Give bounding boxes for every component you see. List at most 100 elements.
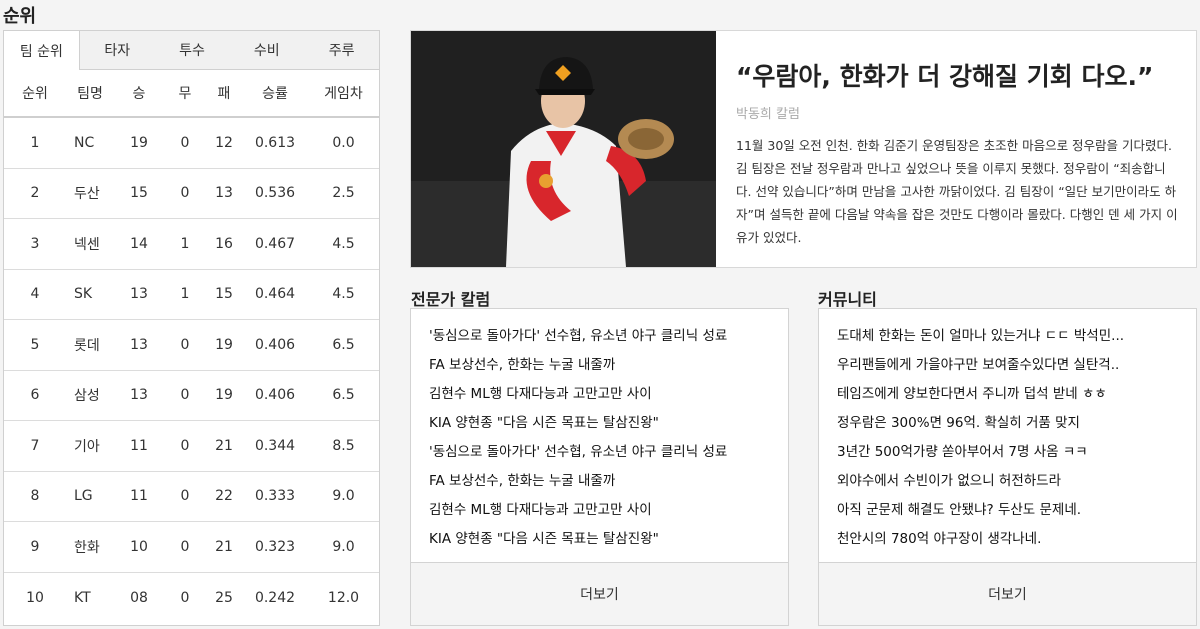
cell-team: 두산 <box>74 186 100 203</box>
table-row: 3 넥센 14 1 16 0.467 4.5 <box>4 219 379 270</box>
table-row: 1 NC 19 0 12 0.613 0.0 <box>4 118 379 169</box>
cell-rank: 10 <box>26 589 44 606</box>
cell-rank: 3 <box>30 235 40 252</box>
tab-batters[interactable]: 타자 <box>80 31 155 69</box>
cell-team: 넥센 <box>74 236 100 253</box>
standings-title: 순위 <box>3 6 37 27</box>
cell-win-rate: 0.406 <box>254 336 296 353</box>
list-item[interactable]: FA 보상선수, 한화는 누굴 내줄까 <box>429 467 788 496</box>
community-more-button[interactable]: 더보기 <box>819 562 1196 625</box>
list-item[interactable]: FA 보상선수, 한화는 누굴 내줄까 <box>429 351 788 380</box>
cell-rank: 1 <box>30 134 40 151</box>
col-wins: 승 <box>132 86 146 102</box>
cell-games-behind: 6.5 <box>332 387 355 404</box>
cell-draws: 0 <box>180 185 190 202</box>
list-item[interactable]: 김현수 ML행 다재다능과 고만고만 사이 <box>429 496 788 525</box>
cell-losses: 22 <box>215 488 233 505</box>
cell-wins: 13 <box>130 286 148 303</box>
cell-draws: 1 <box>180 286 190 303</box>
table-row: 7 기아 11 0 21 0.344 8.5 <box>4 421 379 472</box>
list-item[interactable]: KIA 양현종 "다음 시즌 목표는 탈삼진왕" <box>429 409 788 438</box>
cell-games-behind: 0.0 <box>332 134 355 151</box>
list-item[interactable]: 테임즈에게 양보한다면서 주니까 덥석 받네 ㅎㅎ <box>837 380 1196 409</box>
cell-losses: 13 <box>215 185 233 202</box>
cell-win-rate: 0.464 <box>254 286 296 303</box>
list-item[interactable]: '동심으로 돌아가다' 선수협, 유소년 야구 클리닉 성료 <box>429 438 788 467</box>
cell-losses: 21 <box>215 538 233 555</box>
standings-header: 순위 팀명 승 무 패 승률 게임차 <box>4 70 379 118</box>
list-item[interactable]: 3년간 500억가량 쏟아부어서 7명 사옴 ㅋㅋ <box>837 438 1196 467</box>
list-item[interactable]: 우리팬들에게 가을야구만 보여줄수있다면 실탄걱.. <box>837 351 1196 380</box>
cell-wins: 13 <box>130 387 148 404</box>
cell-rank: 7 <box>30 437 40 454</box>
cell-wins: 14 <box>130 235 148 252</box>
expert-more-button[interactable]: 더보기 <box>411 562 788 625</box>
featured-photo[interactable] <box>411 31 716 267</box>
list-item[interactable]: 아직 군문제 해결도 안됐냐? 두산도 문제네. <box>837 496 1196 525</box>
expert-column-list: '동심으로 돌아가다' 선수협, 유소년 야구 클리닉 성료 FA 보상선수, … <box>410 308 789 626</box>
col-games-behind: 게임차 <box>324 86 363 102</box>
featured-headline[interactable]: “우람아, 한화가 더 강해질 기회 다오.” <box>736 57 1181 93</box>
standings-panel: 팀 순위 타자 투수 수비 주루 순위 팀명 승 무 패 승률 게임차 1 NC… <box>3 30 380 626</box>
table-row: 8 LG 11 0 22 0.333 9.0 <box>4 472 379 522</box>
featured-column[interactable]: “우람아, 한화가 더 강해질 기회 다오.” 박동희 칼럼 11월 30일 오… <box>410 30 1197 268</box>
cell-team: NC <box>74 134 95 151</box>
pitcher-photo-illustration <box>411 31 716 267</box>
tab-pitchers[interactable]: 투수 <box>155 31 230 69</box>
cell-rank: 6 <box>30 387 40 404</box>
table-row: 10 KT 08 0 25 0.242 12.0 <box>4 573 379 624</box>
table-row: 5 롯데 13 0 19 0.406 6.5 <box>4 320 379 371</box>
list-item[interactable]: '동심으로 돌아가다' 선수협, 유소년 야구 클리닉 성료 <box>429 322 788 351</box>
cell-draws: 0 <box>180 538 190 555</box>
list-item[interactable]: 천안시의 780억 야구장이 생각나네. <box>837 525 1196 554</box>
col-win-rate: 승률 <box>262 86 288 102</box>
col-team: 팀명 <box>77 86 103 102</box>
cell-draws: 0 <box>180 134 190 151</box>
cell-team: 삼성 <box>74 388 100 405</box>
list-item[interactable]: 외야수에서 수빈이가 없으니 허전하드라 <box>837 467 1196 496</box>
cell-wins: 11 <box>130 488 148 505</box>
cell-wins: 11 <box>130 437 148 454</box>
list-item[interactable]: 김현수 ML행 다재다능과 고만고만 사이 <box>429 380 788 409</box>
cell-rank: 8 <box>30 488 40 505</box>
cell-games-behind: 2.5 <box>332 185 355 202</box>
cell-rank: 2 <box>30 185 40 202</box>
tab-team-rank[interactable]: 팀 순위 <box>4 31 80 70</box>
list-item[interactable]: KIA 양현종 "다음 시즌 목표는 탈삼진왕" <box>429 525 788 554</box>
cell-team: SK <box>74 286 93 303</box>
cell-games-behind: 8.5 <box>332 437 355 454</box>
cell-losses: 19 <box>215 387 233 404</box>
cell-games-behind: 4.5 <box>332 235 355 252</box>
standings-tabs: 팀 순위 타자 투수 수비 주루 <box>4 31 379 70</box>
cell-draws: 1 <box>180 235 190 252</box>
cell-draws: 0 <box>180 589 190 606</box>
tab-fielding[interactable]: 수비 <box>229 31 304 69</box>
cell-team: 기아 <box>74 438 100 455</box>
cell-win-rate: 0.536 <box>254 185 296 202</box>
tab-baserunning[interactable]: 주루 <box>304 31 379 69</box>
cell-losses: 16 <box>215 235 233 252</box>
list-item[interactable]: 정우람은 300%면 96억. 확실히 거품 맞지 <box>837 409 1196 438</box>
cell-win-rate: 0.344 <box>254 437 296 454</box>
cell-win-rate: 0.323 <box>254 538 296 555</box>
col-draws: 무 <box>178 86 192 102</box>
cell-team: LG <box>74 488 93 505</box>
cell-losses: 15 <box>215 286 233 303</box>
cell-games-behind: 9.0 <box>332 538 355 555</box>
list-item[interactable]: 도대체 한화는 돈이 얼마나 있는거냐 ㄷㄷ 박석민... <box>837 322 1196 351</box>
standings-body: 1 NC 19 0 12 0.613 0.0 2 두산 15 0 13 0.53… <box>4 118 379 623</box>
cell-wins: 10 <box>130 538 148 555</box>
cell-draws: 0 <box>180 488 190 505</box>
cell-wins: 13 <box>130 336 148 353</box>
cell-games-behind: 4.5 <box>332 286 355 303</box>
table-row: 9 한화 10 0 21 0.323 9.0 <box>4 522 379 573</box>
cell-rank: 5 <box>30 336 40 353</box>
cell-team: 한화 <box>74 539 100 556</box>
expert-column-title: 전문가 칼럼 <box>411 290 491 309</box>
community-title: 커뮤니티 <box>818 290 877 309</box>
table-row: 6 삼성 13 0 19 0.406 6.5 <box>4 371 379 421</box>
featured-summary: 11월 30일 오전 인천. 한화 김준기 운영팀장은 초조한 마음으로 정우람… <box>736 138 1178 245</box>
community-list: 도대체 한화는 돈이 얼마나 있는거냐 ㄷㄷ 박석민... 우리팬들에게 가을야… <box>818 308 1197 626</box>
cell-games-behind: 12.0 <box>327 589 360 606</box>
cell-team: 롯데 <box>74 337 100 354</box>
